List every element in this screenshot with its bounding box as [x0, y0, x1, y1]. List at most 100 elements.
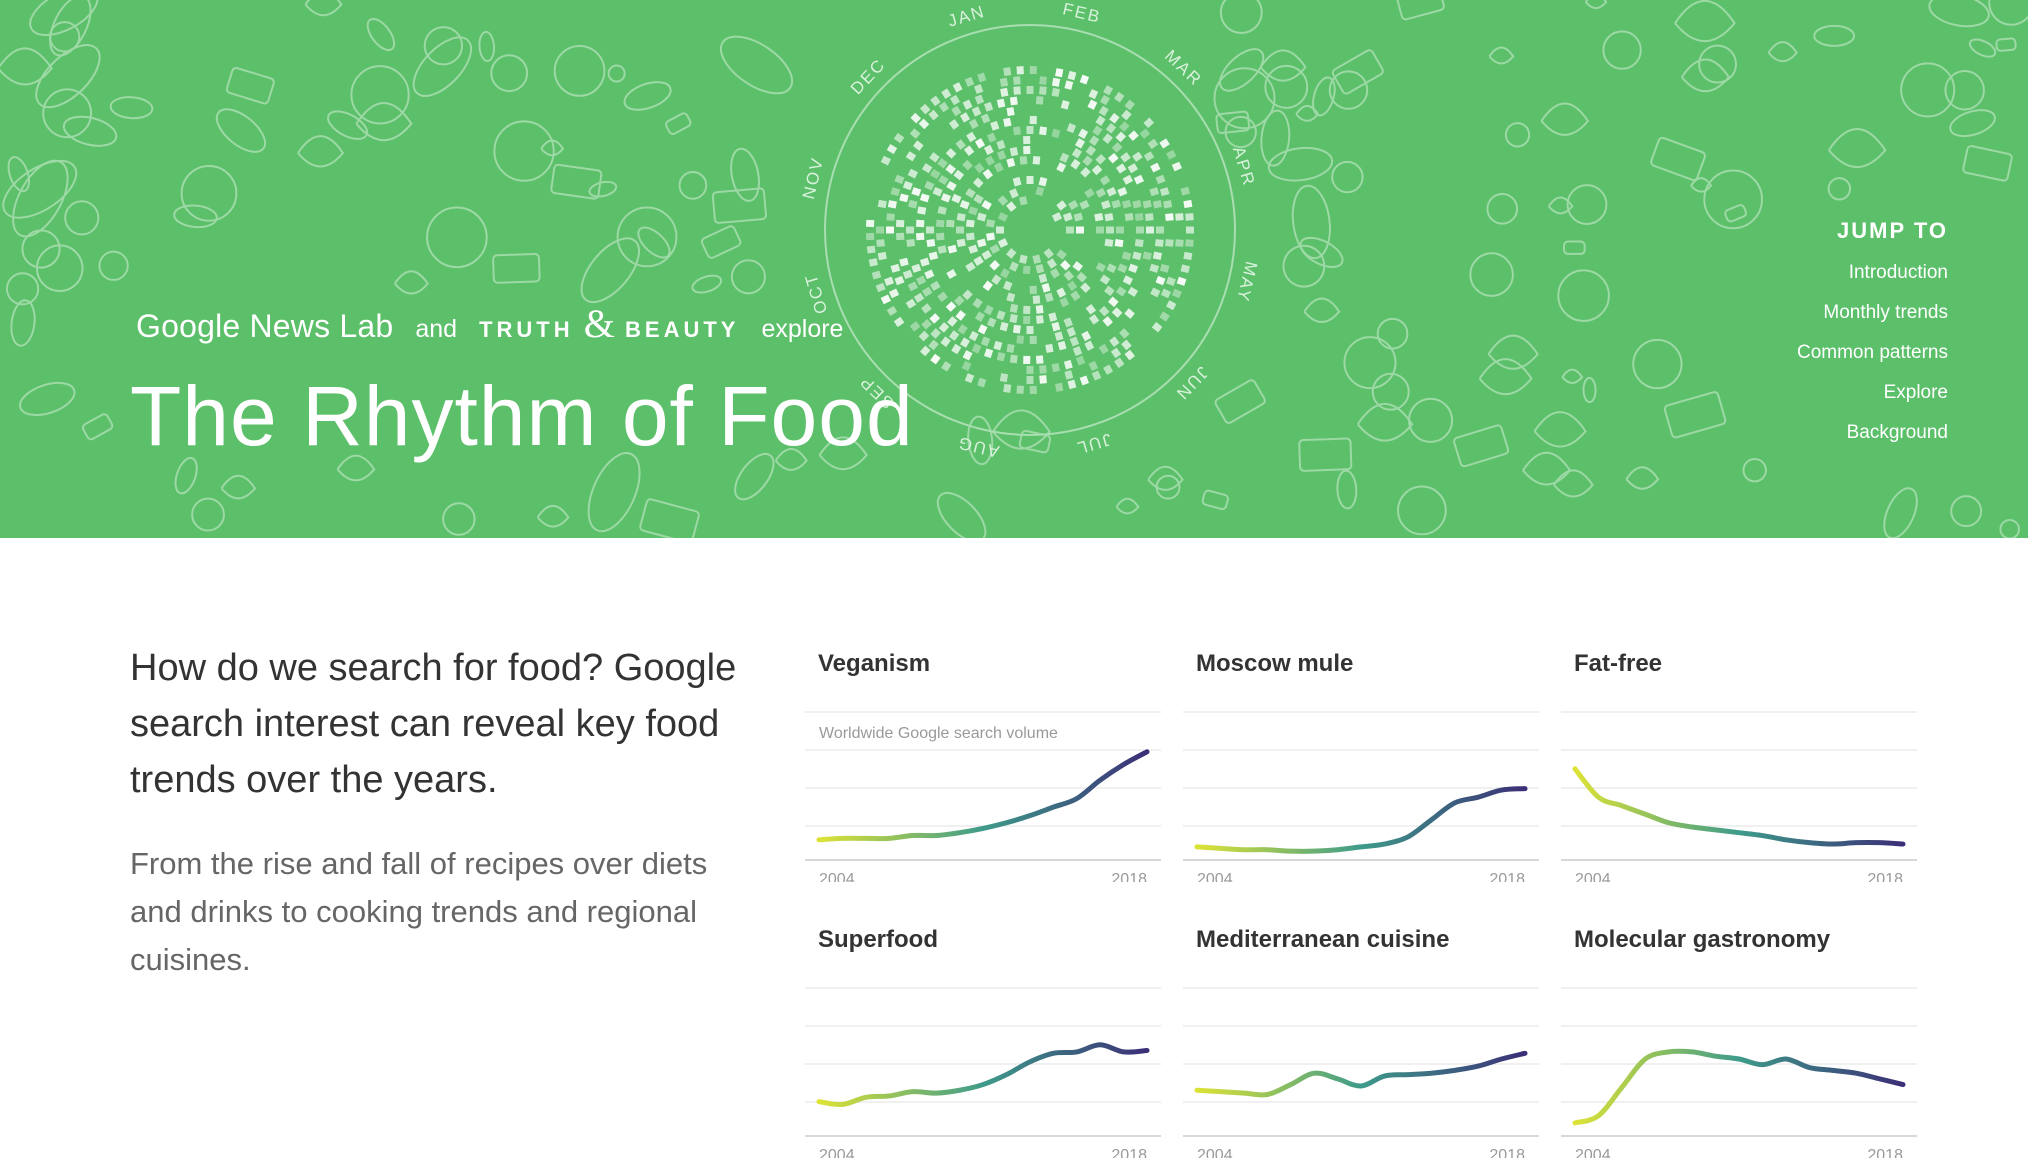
- radial-cell: [964, 76, 975, 87]
- radial-cell: [1166, 300, 1177, 311]
- radial-cell: [1106, 226, 1114, 234]
- food-doodle: [1533, 411, 1587, 448]
- radial-cell: [906, 226, 914, 234]
- radial-cell: [955, 310, 966, 321]
- radial-cell: [1012, 176, 1022, 187]
- radial-cell: [1115, 131, 1127, 143]
- nav-link-common-patterns[interactable]: Common patterns: [1797, 342, 1948, 364]
- radial-cell: [911, 187, 922, 197]
- nav-link-introduction[interactable]: Introduction: [1797, 262, 1948, 284]
- x-tick-label-start: 2004: [819, 871, 855, 882]
- radial-cell: [921, 319, 932, 330]
- radial-month-label: NOV: [800, 155, 827, 201]
- radial-cell: [1066, 123, 1077, 134]
- radial-cell: [996, 352, 1006, 362]
- radial-cell: [1067, 379, 1077, 390]
- radial-cell: [1095, 262, 1107, 273]
- radial-cell: [1071, 147, 1082, 159]
- food-doodle: [607, 64, 626, 83]
- radial-cell: [1006, 248, 1017, 259]
- radial-cell: [1073, 212, 1084, 222]
- food-doodle: [1487, 334, 1539, 370]
- radial-cell: [965, 261, 976, 272]
- nav-link-monthly-trends[interactable]: Monthly trends: [1797, 302, 1948, 324]
- intro-body: From the rise and fall of recipes over d…: [130, 846, 708, 977]
- food-doodle: [1504, 122, 1531, 148]
- radial-cell: [968, 330, 979, 342]
- radial-cell: [989, 260, 1000, 271]
- radial-cell: [951, 105, 962, 117]
- food-doodle: [1298, 437, 1353, 472]
- radial-cell: [886, 226, 894, 234]
- radial-cell: [1166, 149, 1177, 160]
- intro-section: How do we search for food? Google search…: [130, 640, 750, 984]
- radial-cell: [1152, 251, 1163, 260]
- radial-cell: [911, 263, 922, 273]
- radial-cell: [926, 239, 936, 248]
- radial-cell: [1000, 87, 1009, 97]
- radial-cell: [1109, 336, 1120, 348]
- jump-to-nav: JUMP TO Introduction Monthly trends Comm…: [1797, 218, 1948, 462]
- radial-cell: [902, 180, 913, 191]
- radial-cell: [890, 263, 901, 273]
- trend-chart-plot: 2004 2018: [1183, 987, 1539, 1158]
- nav-link-explore[interactable]: Explore: [1797, 382, 1948, 404]
- radial-cell: [876, 226, 884, 234]
- radial-cell: [1165, 239, 1174, 247]
- radial-cell: [974, 162, 985, 174]
- radial-cell: [1029, 385, 1037, 395]
- food-doodle: [1557, 269, 1610, 322]
- trend-charts-grid: Veganism Worldwide Google search volume 20…: [805, 640, 1917, 1158]
- radial-cell: [1035, 264, 1045, 274]
- radial-cell: [1038, 273, 1048, 284]
- radial-cell: [1006, 343, 1015, 353]
- food-doodle: [350, 65, 410, 125]
- x-tick-label-end: 2018: [1867, 1147, 1903, 1158]
- radial-cell: [997, 238, 1009, 248]
- radial-cell: [1183, 199, 1193, 209]
- radial-cell: [1139, 128, 1151, 139]
- radial-cell: [1066, 280, 1078, 292]
- radial-cell: [1032, 155, 1041, 165]
- radial-cell: [894, 174, 905, 185]
- radial-cell: [919, 103, 931, 115]
- radial-cell: [983, 304, 994, 316]
- trend-chart-plot: 2004 2018: [1183, 711, 1539, 882]
- radial-cell: [941, 88, 952, 99]
- nav-link-background[interactable]: Background: [1797, 422, 1948, 444]
- radial-cell: [937, 206, 947, 215]
- radial-cell: [871, 270, 882, 280]
- radial-month-label: JAN: [946, 2, 988, 31]
- radial-cell: [899, 257, 909, 267]
- radial-cell: [986, 132, 997, 143]
- radial-cell: [974, 138, 986, 149]
- radial-cell: [956, 226, 964, 234]
- radial-cell: [1117, 186, 1128, 197]
- radial-cell: [888, 288, 900, 299]
- radial-cell: [1035, 96, 1044, 105]
- x-tick-label-end: 2018: [1867, 871, 1903, 882]
- radial-cell: [1143, 151, 1155, 162]
- radial-cell: [926, 226, 934, 234]
- food-doodle: [730, 147, 760, 202]
- food-doodle: [1928, 0, 1990, 28]
- trend-line: [1572, 1048, 1906, 1126]
- radial-cell: [1051, 128, 1061, 139]
- x-tick-label-start: 2004: [1197, 1147, 1233, 1158]
- truth-and-beauty-logo: TRUTH & BEAUTY: [479, 300, 739, 347]
- radial-cell: [1098, 305, 1110, 317]
- radial-cell: [905, 298, 917, 309]
- radial-cell: [999, 373, 1009, 383]
- food-doodle: [1582, 376, 1597, 404]
- radial-cell: [1084, 340, 1095, 351]
- radial-cell: [1127, 286, 1139, 297]
- radial-cell: [1122, 174, 1134, 185]
- radial-cell: [965, 188, 976, 199]
- radial-cell: [984, 155, 996, 166]
- radial-cell: [972, 177, 984, 189]
- radial-cell: [1032, 254, 1041, 264]
- radial-cell: [1136, 226, 1144, 234]
- radial-cell: [1088, 135, 1100, 146]
- radial-cell: [1091, 370, 1102, 381]
- radial-cell: [1012, 126, 1021, 136]
